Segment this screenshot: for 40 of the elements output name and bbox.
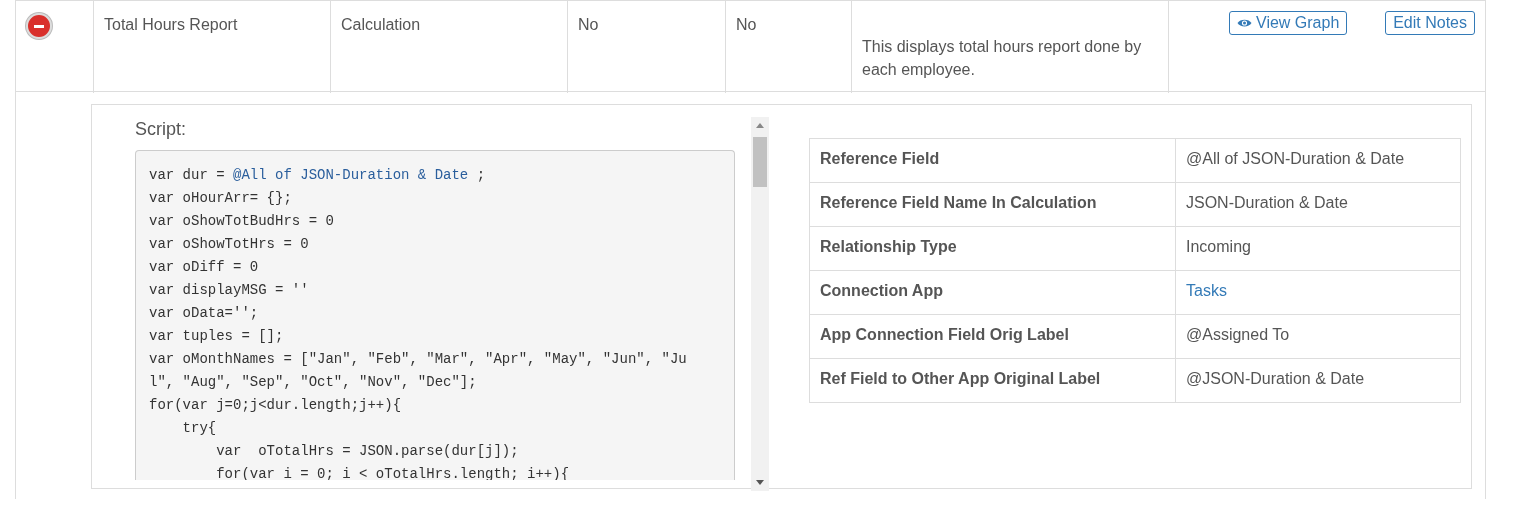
scroll-up-icon[interactable] bbox=[756, 123, 764, 128]
eye-icon bbox=[1237, 18, 1252, 28]
scrollbar[interactable] bbox=[751, 117, 769, 491]
script-label: Script: bbox=[135, 119, 186, 140]
table-cell: No bbox=[578, 16, 599, 33]
edit-notes-button[interactable]: Edit Notes bbox=[1385, 11, 1475, 35]
property-label: Ref Field to Other App Original Label bbox=[810, 359, 1176, 402]
description-text: This displays total hours report done by each employee. bbox=[862, 37, 1143, 80]
property-label: Relationship Type bbox=[810, 227, 1176, 270]
code-line: for(var j=0;j<dur.length;j++){ bbox=[149, 396, 403, 415]
scrollbar-thumb[interactable] bbox=[753, 137, 767, 187]
scroll-down-icon[interactable] bbox=[756, 480, 764, 485]
code-line: for(var i = 0; i < oTotalHrs.length; i++){ bbox=[215, 465, 571, 480]
property-label: App Connection Field Orig Label bbox=[810, 315, 1176, 358]
collapse-icon[interactable] bbox=[26, 13, 52, 39]
table-cell: Total Hours Report bbox=[104, 16, 238, 33]
property-value: Incoming bbox=[1185, 237, 1252, 257]
code-line: var oMonthNames = ["Jan", "Feb", "Mar", "Apr", "May", "Jun", "Ju bbox=[149, 350, 688, 369]
code-line: l", "Aug", "Sep", "Oct", "Nov", "Dec"]; bbox=[149, 373, 478, 392]
code-line: var dur = @All of JSON-Duration & Date ; bbox=[149, 166, 487, 185]
code-line: try{ bbox=[181, 419, 218, 438]
table-cell: Calculation bbox=[341, 16, 421, 33]
code-line: var oTotalHrs = JSON.parse(dur[j]); bbox=[215, 442, 520, 461]
property-label: Connection App bbox=[810, 271, 1176, 314]
property-label: Reference Field Name In Calculation bbox=[810, 183, 1176, 226]
property-link[interactable]: Tasks bbox=[1176, 271, 1460, 314]
property-value: JSON-Duration & Date bbox=[1185, 193, 1349, 213]
code-line: var oHourArr= {}; bbox=[149, 189, 293, 208]
code-line: var oData=''; bbox=[149, 304, 260, 323]
code-line: var oDiff = 0 bbox=[149, 258, 260, 277]
code-line: var oShowTotBudHrs = 0 bbox=[149, 212, 335, 231]
code-line: var tuples = []; bbox=[149, 327, 285, 346]
code-line: var displayMSG = '' bbox=[149, 281, 310, 300]
property-label: Reference Field bbox=[810, 139, 1176, 182]
table-cell: No bbox=[736, 16, 757, 33]
property-value: @All of JSON-Duration & Date bbox=[1185, 149, 1406, 169]
property-value: @JSON-Duration & Date bbox=[1185, 369, 1366, 389]
code-line: var oShowTotHrs = 0 bbox=[149, 235, 310, 254]
property-value: @Assigned To bbox=[1185, 325, 1291, 345]
view-graph-button[interactable]: View Graph bbox=[1229, 11, 1348, 35]
